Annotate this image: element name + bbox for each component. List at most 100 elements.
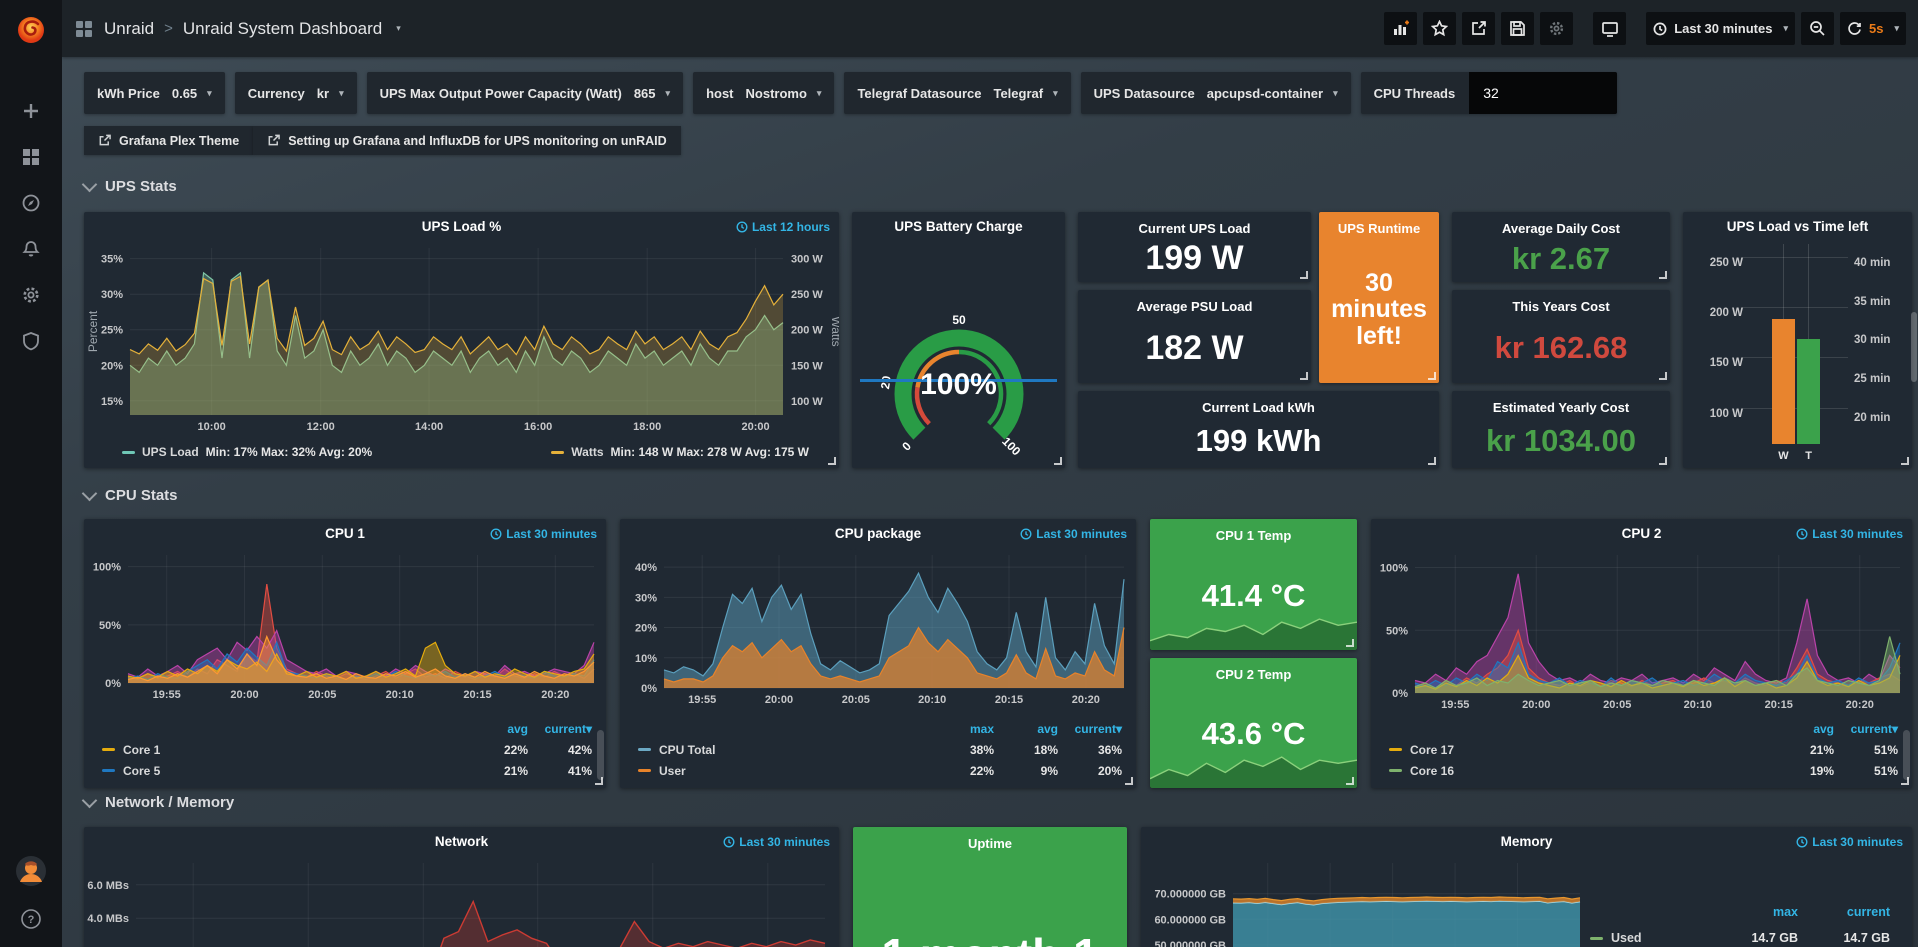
variable-input[interactable]: 32 [1469, 72, 1617, 114]
variable-currency[interactable]: Currencykr▾ [235, 72, 357, 114]
breadcrumb-app[interactable]: Unraid [104, 19, 154, 39]
variable-label: UPS Datasource [1094, 86, 1195, 101]
bar-T[interactable] [1797, 339, 1820, 444]
variable-ups-datasource[interactable]: UPS Datasourceapcupsd-container▾ [1081, 72, 1351, 114]
right-axis-tick: 30 min [1848, 334, 1906, 346]
dashboard-link-grafana-plex-theme[interactable]: Grafana Plex Theme [84, 126, 253, 155]
refresh-button[interactable]: 5s ▾ [1840, 12, 1906, 45]
section-network-memory[interactable]: Network / Memory [84, 794, 234, 811]
variable-ups-max-output[interactable]: UPS Max Output Power Capacity (Watt)865▾ [367, 72, 683, 114]
svg-text:20:20: 20:20 [1846, 699, 1874, 711]
legend-column-header[interactable]: avg [464, 722, 528, 736]
sidebar-item-configuration[interactable] [0, 272, 62, 318]
variable-value[interactable]: kr [317, 86, 329, 101]
panel-time-range[interactable]: Last 12 hours [736, 220, 830, 234]
panel-time-range[interactable]: Last 30 minutes [1796, 835, 1903, 849]
svg-text:0%: 0% [1392, 688, 1408, 700]
legend-series-name[interactable]: CPU Total [659, 743, 715, 757]
panel-title[interactable]: UPS Load % [84, 219, 839, 234]
legend-series-name[interactable]: User [659, 764, 686, 778]
panel-time-range[interactable]: Last 30 minutes [1796, 527, 1903, 541]
network-chart[interactable]: 2.0 MBs4.0 MBs6.0 MBs [84, 855, 839, 947]
variables-row: kWh Price0.65▾Currencykr▾UPS Max Output … [84, 72, 1617, 114]
variable-value[interactable]: apcupsd-container [1207, 86, 1323, 101]
share-button[interactable] [1462, 12, 1495, 45]
svg-text:60.000000 GB: 60.000000 GB [1154, 914, 1226, 926]
time-picker[interactable]: Last 30 minutes ▾ [1646, 12, 1795, 45]
cpu1-chart[interactable]: 0%50%100%19:5520:0020:0520:1020:1520:20 [84, 547, 606, 718]
stat-title: Average PSU Load [1137, 299, 1253, 314]
bar-W[interactable] [1772, 319, 1795, 444]
legend-series-name[interactable]: Used [1611, 931, 1642, 945]
legend-series-name[interactable]: Core 5 [123, 764, 160, 778]
legend-series-name[interactable]: Core 1 [123, 743, 160, 757]
legend-column-header[interactable]: avg [1770, 722, 1834, 736]
ups-cost-grid: Average Daily Cost kr 2.67 This Years Co… [1452, 212, 1670, 468]
chevron-down-icon [82, 793, 98, 809]
save-button[interactable] [1501, 12, 1534, 45]
chevron-down-icon[interactable]: ▾ [396, 23, 401, 34]
sidebar-item-admin[interactable] [0, 318, 62, 364]
user-avatar[interactable] [15, 855, 47, 892]
panel-title[interactable]: UPS Battery Charge [852, 219, 1065, 234]
legend-scrollbar[interactable] [1903, 730, 1910, 780]
sidebar-item-create[interactable] [0, 88, 62, 134]
variable-value[interactable]: 0.65 [172, 86, 197, 101]
panel-time-range[interactable]: Last 30 minutes [723, 835, 830, 849]
legend-series-name[interactable]: UPS Load [142, 445, 199, 459]
page-scrollbar[interactable] [1911, 312, 1917, 382]
clock-icon [723, 836, 735, 848]
cpu2-chart[interactable]: 0%50%100%19:5520:0020:0520:1020:1520:20 [1371, 547, 1912, 718]
legend-column-header[interactable]: current▾ [1834, 722, 1898, 736]
legend-row: Core 521%41% [102, 760, 592, 781]
variable-telegraf-datasource[interactable]: Telegraf DatasourceTelegraf▾ [844, 72, 1070, 114]
grafana-logo[interactable] [0, 0, 62, 60]
legend-series-name[interactable]: Core 16 [1410, 764, 1454, 778]
legend-column-header[interactable]: current [1798, 905, 1890, 919]
legend-series-name[interactable]: Core 17 [1410, 743, 1454, 757]
refresh-interval-label: 5s [1869, 21, 1883, 36]
panel-title[interactable]: UPS Load vs Time left [1683, 219, 1912, 234]
panel-time-range[interactable]: Last 30 minutes [490, 527, 597, 541]
dashboard-title[interactable]: Unraid System Dashboard [183, 19, 382, 39]
tv-mode-button[interactable] [1593, 12, 1626, 45]
legend-column-header[interactable]: current▾ [1058, 722, 1122, 736]
stat-value: 182 W [1139, 314, 1249, 383]
cpu-stats-row: CPU 1 Last 30 minutes 0%50%100%19:5520:0… [84, 519, 1912, 773]
legend-column-header[interactable]: max [930, 722, 994, 736]
stat-title: Current Load kWh [1202, 400, 1315, 415]
svg-text:0%: 0% [641, 683, 657, 695]
legend-scrollbar[interactable] [597, 730, 604, 780]
legend-item[interactable]: WattsMin: 148 W Max: 278 W Avg: 175 W [551, 445, 809, 459]
legend-column-header[interactable]: avg [994, 722, 1058, 736]
variable-value[interactable]: Nostromo [746, 86, 807, 101]
variable-value[interactable]: 865 [634, 86, 656, 101]
legend-column-header[interactable]: current▾ [528, 722, 592, 736]
sidebar-item-dashboards[interactable] [0, 134, 62, 180]
zoom-out-button[interactable] [1801, 12, 1834, 45]
stat-value: 199 W [1139, 236, 1249, 282]
sidebar-item-explore[interactable] [0, 180, 62, 226]
variable-kwh-price[interactable]: kWh Price0.65▾ [84, 72, 225, 114]
memory-chart[interactable]: 50.000000 GB60.000000 GB70.000000 GB [1141, 855, 1590, 947]
variable-value[interactable]: Telegraf [993, 86, 1043, 101]
section-ups-stats[interactable]: UPS Stats [84, 178, 177, 195]
section-cpu-stats[interactable]: CPU Stats [84, 487, 178, 504]
dashboard-link-ups-monitoring-guide[interactable]: Setting up Grafana and InfluxDB for UPS … [253, 126, 680, 155]
legend-column-header[interactable]: max [1706, 905, 1798, 919]
cpu-package-chart[interactable]: 0%10%20%30%40%19:5520:0020:0520:1020:152… [620, 547, 1136, 718]
panel-time-range[interactable]: Last 30 minutes [1020, 527, 1127, 541]
legend-series-name[interactable]: Watts [571, 445, 603, 459]
svg-text:Watts: Watts [829, 316, 839, 346]
ups-load-chart[interactable]: 15%20%25%30%35%100 W150 W200 W250 W300 W… [84, 240, 839, 440]
add-panel-button[interactable] [1384, 12, 1417, 45]
svg-text:50%: 50% [99, 620, 121, 632]
compass-icon [21, 193, 41, 213]
variable-cpu-threads[interactable]: CPU Threads32 [1361, 72, 1618, 114]
variable-host[interactable]: hostNostromo▾ [693, 72, 834, 114]
help-button[interactable]: ? [20, 908, 42, 935]
legend-item[interactable]: UPS LoadMin: 17% Max: 32% Avg: 20% [122, 445, 372, 459]
star-button[interactable] [1423, 12, 1456, 45]
settings-button[interactable] [1540, 12, 1573, 45]
sidebar-item-alerting[interactable] [0, 226, 62, 272]
